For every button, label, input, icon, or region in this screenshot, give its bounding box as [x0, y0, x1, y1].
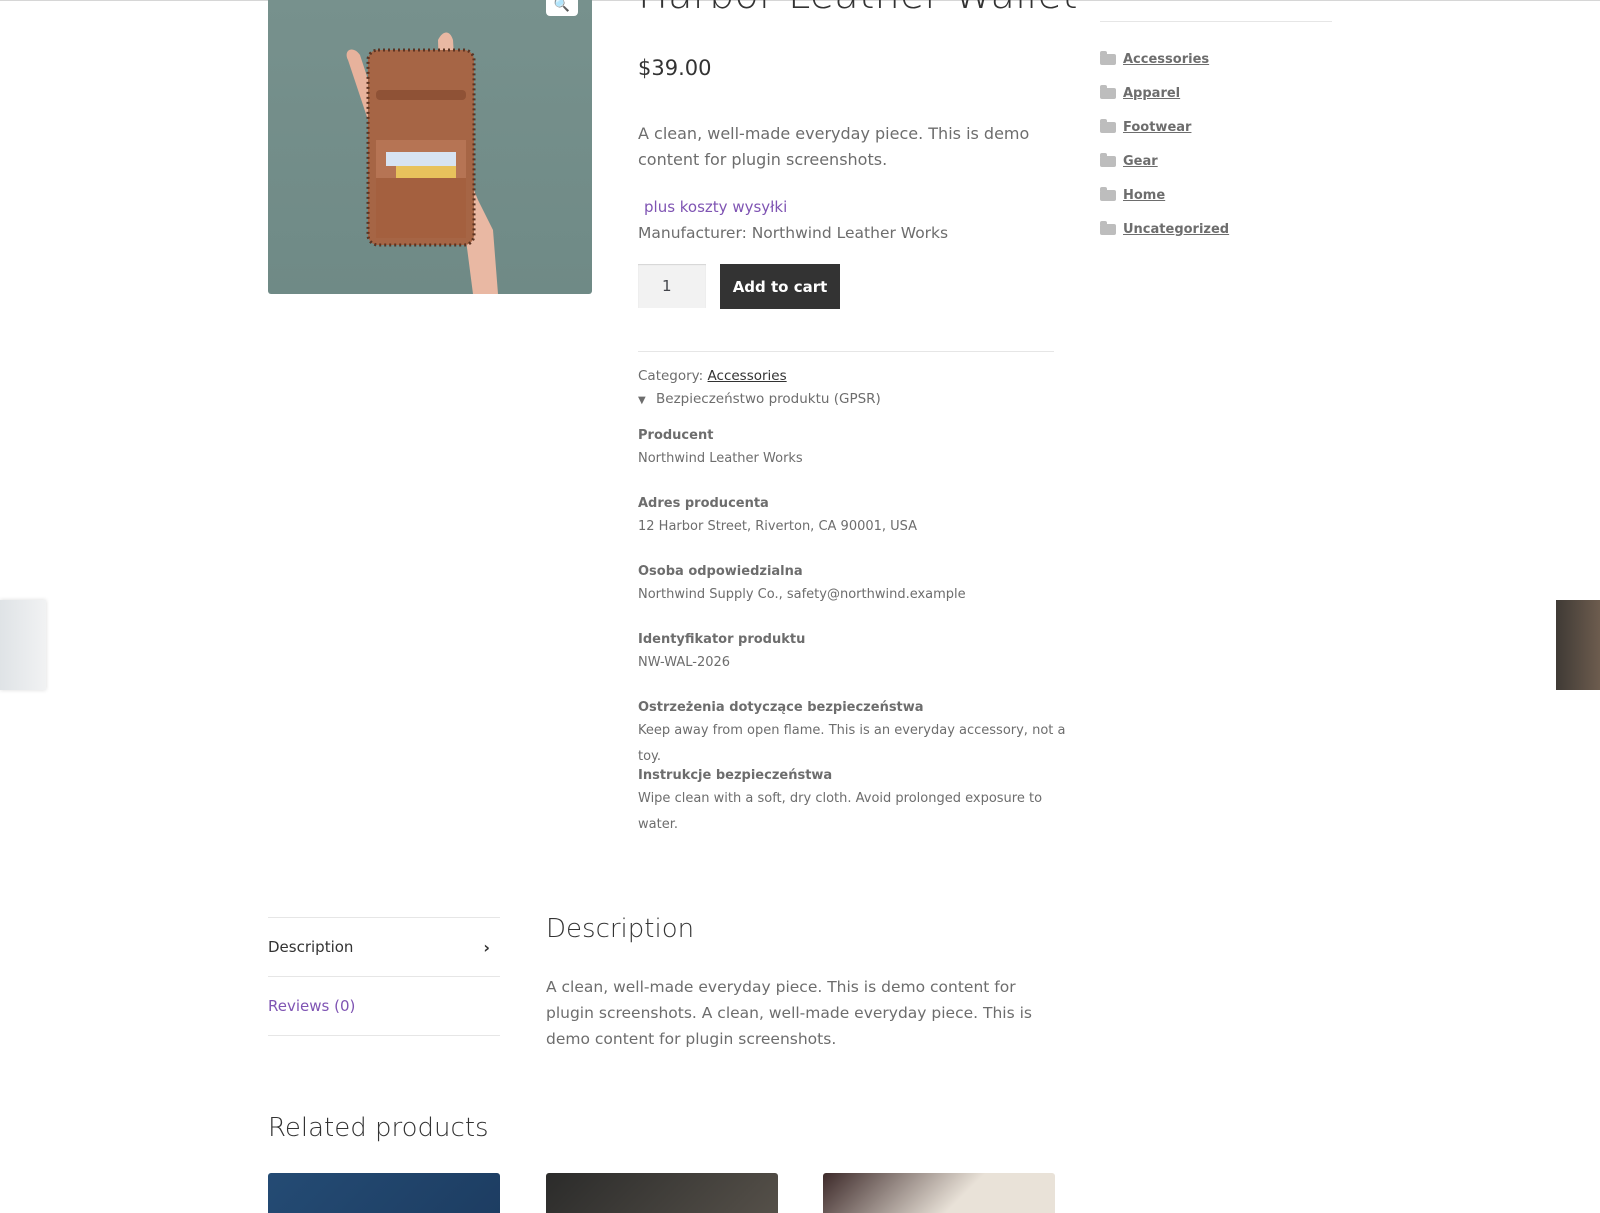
gpsr-value: Wipe clean with a soft, dry cloth. Avoid… [638, 791, 1043, 832]
category-item: Uncategorized [1100, 212, 1229, 246]
tab-description[interactable]: Description › [268, 918, 500, 977]
category-list: Accessories Apparel Footwear Gear Home U… [1100, 42, 1229, 246]
related-product-image[interactable] [268, 1173, 500, 1213]
category-link[interactable]: Accessories [708, 368, 787, 384]
category-item: Apparel [1100, 76, 1229, 110]
description-text: A clean, well-made everyday piece. This … [546, 978, 1032, 1048]
previous-product-thumbnail[interactable] [0, 600, 46, 690]
next-product-thumbnail[interactable] [1556, 600, 1600, 690]
tab-reviews[interactable]: Reviews (0) [268, 977, 500, 1036]
quantity-input[interactable] [638, 264, 706, 308]
short-description: A clean, well-made everyday piece. This … [638, 124, 1030, 169]
product-image[interactable] [268, 0, 592, 294]
category-link-footwear[interactable]: Footwear [1123, 120, 1191, 135]
related-product-image[interactable] [546, 1173, 778, 1213]
summary-divider [638, 351, 1054, 352]
category-item: Home [1100, 178, 1229, 212]
chevron-right-icon: › [483, 937, 490, 957]
gpsr-address: Adres producenta 12 Harbor Street, River… [638, 494, 1078, 562]
gpsr-label: Producent [638, 428, 714, 443]
folder-icon [1100, 50, 1116, 65]
product-title: Harbor Leather Wallet [638, 0, 1078, 18]
gpsr-toggle[interactable]: ▼ Bezpieczeństwo produktu (GPSR) [638, 391, 881, 407]
gpsr-value: Northwind Supply Co., safety@northwind.e… [638, 587, 966, 602]
product-price: $39.00 [638, 56, 712, 80]
gpsr-value: Northwind Leather Works [638, 451, 803, 466]
category-link-gear[interactable]: Gear [1123, 154, 1158, 169]
folder-icon [1100, 118, 1116, 133]
related-products-heading: Related products [268, 1113, 489, 1143]
category-item: Footwear [1100, 110, 1229, 144]
gpsr-value: Keep away from open flame. This is an ev… [638, 723, 1066, 764]
tab-description-label: Description [268, 938, 354, 956]
folder-icon [1100, 152, 1116, 167]
product-category: Category: Accessories [638, 368, 787, 384]
gpsr-warnings: Ostrzeżenia dotyczące bezpieczeństwa Kee… [638, 698, 1078, 766]
wallet-photo [346, 32, 498, 294]
category-link-accessories[interactable]: Accessories [1123, 52, 1209, 67]
category-link-uncategorized[interactable]: Uncategorized [1123, 222, 1229, 237]
folder-icon [1100, 220, 1116, 235]
gpsr-product-id: Identyfikator produktu NW-WAL-2026 [638, 630, 1078, 698]
manufacturer-line: Manufacturer: Northwind Leather Works [638, 224, 949, 242]
related-product-image[interactable] [823, 1173, 1055, 1213]
product-tabs: Description › Reviews (0) [268, 917, 500, 1036]
category-link-home[interactable]: Home [1123, 188, 1165, 203]
zoom-button[interactable]: 🔍 [546, 0, 578, 16]
gpsr-toggle-label: Bezpieczeństwo produktu (GPSR) [656, 391, 881, 407]
category-link-apparel[interactable]: Apparel [1123, 86, 1180, 101]
sidebar-divider [1100, 21, 1332, 22]
gpsr-producer: Producent Northwind Leather Works [638, 426, 1078, 494]
gpsr-responsible-person: Osoba odpowiedzialna Northwind Supply Co… [638, 562, 1078, 630]
category-item: Accessories [1100, 42, 1229, 76]
triangle-down-icon: ▼ [638, 395, 646, 406]
gpsr-label: Instrukcje bezpieczeństwa [638, 768, 833, 783]
folder-icon [1100, 84, 1116, 99]
gpsr-label: Adres producenta [638, 496, 769, 511]
gpsr-label: Osoba odpowiedzialna [638, 564, 803, 579]
shipping-note[interactable]: plus koszty wysyłki [644, 198, 787, 216]
category-label: Category: [638, 368, 704, 384]
folder-icon [1100, 186, 1116, 201]
tab-reviews-label: Reviews (0) [268, 997, 356, 1015]
gpsr-details: Producent Northwind Leather Works Adres … [638, 426, 1078, 834]
magnifier-icon: 🔍 [553, 0, 571, 13]
gpsr-label: Identyfikator produktu [638, 632, 806, 647]
gpsr-value: 12 Harbor Street, Riverton, CA 90001, US… [638, 519, 918, 534]
add-to-cart-button[interactable]: Add to cart [720, 264, 840, 309]
gpsr-instructions: Instrukcje bezpieczeństwa Wipe clean wit… [638, 766, 1078, 834]
gpsr-value: NW-WAL-2026 [638, 655, 731, 670]
gpsr-label: Ostrzeżenia dotyczące bezpieczeństwa [638, 700, 924, 715]
description-heading: Description [546, 914, 695, 944]
category-item: Gear [1100, 144, 1229, 178]
